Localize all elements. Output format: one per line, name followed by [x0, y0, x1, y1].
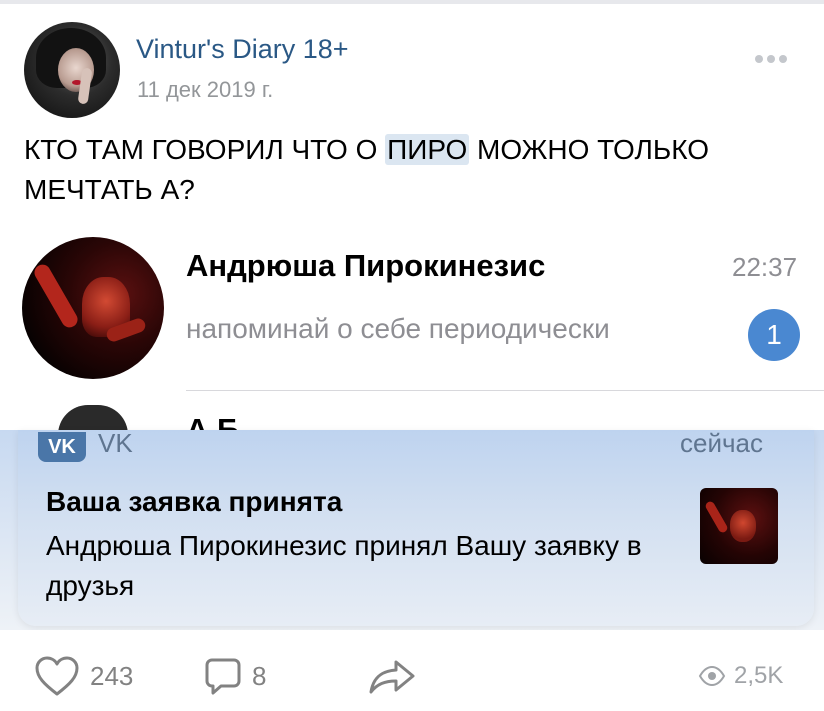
- chat-time: 22:37: [732, 252, 798, 282]
- share-icon: [369, 660, 415, 694]
- views-count: 2,5K: [734, 662, 784, 689]
- heart-icon: [35, 656, 79, 696]
- chat-divider: [186, 390, 824, 391]
- post-text: КТО ТАМ ГОВОРИЛ ЧТО О ПИРО МОЖНО ТОЛЬКО …: [24, 130, 804, 210]
- notification-thumbnail: [700, 488, 778, 564]
- post-date[interactable]: 11 дек 2019 г.: [137, 77, 273, 103]
- chat-last-message: напоминай о себе периодически: [186, 313, 610, 344]
- eye-icon: [698, 666, 726, 686]
- top-divider: [0, 0, 824, 4]
- post-text-highlight: ПИРО: [385, 134, 470, 165]
- notification-body: Андрюша Пирокинезис принял Вашу заявку в…: [46, 530, 642, 601]
- chat-name: Андрюша Пирокинезис: [186, 248, 546, 283]
- views-indicator: 2,5K: [698, 652, 783, 700]
- group-name-link[interactable]: Vintur's Diary 18+: [136, 34, 349, 65]
- like-button[interactable]: 243: [34, 652, 133, 700]
- notification-title: Ваша заявка принята: [46, 486, 343, 517]
- comment-button[interactable]: 8: [204, 652, 266, 700]
- unread-badge: 1: [748, 309, 800, 361]
- notification-app-name: VK: [98, 428, 133, 458]
- post-text-part: КТО ТАМ ГОВОРИЛ ЧТО О: [24, 134, 386, 165]
- notification-time: сейчас: [680, 428, 763, 458]
- chat-name-partial: А Б: [186, 412, 240, 430]
- more-options-icon[interactable]: [755, 50, 795, 63]
- like-count: 243: [90, 660, 134, 691]
- chat-avatar: [22, 237, 164, 379]
- group-avatar[interactable]: [24, 22, 120, 118]
- comment-icon: [205, 658, 241, 695]
- vk-logo-icon: VK: [38, 432, 86, 462]
- share-button[interactable]: [368, 652, 416, 700]
- comment-count: 8: [252, 660, 267, 691]
